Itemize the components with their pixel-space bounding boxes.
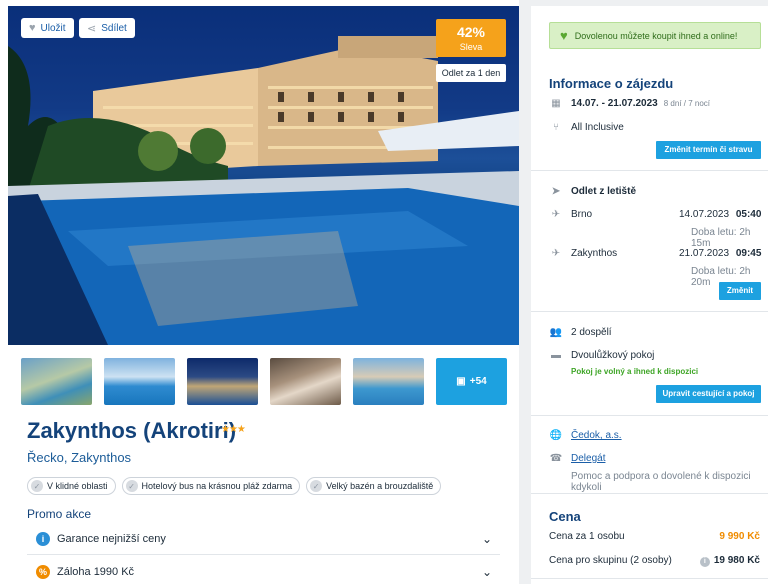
divider [531, 170, 768, 171]
outbound-duration: Doba letu: 2h 15m [691, 227, 751, 249]
board-type: ⑂ All Inclusive [549, 122, 624, 133]
navigation-arrow-icon: ➤ [551, 186, 561, 197]
hotel-detail-panel: ♥ Uložit ⋖ Sdílet 42% Sleva Odlet za 1 d… [0, 0, 519, 584]
thumbnail-2[interactable] [104, 358, 175, 405]
departure-airport: ➤ Odlet z letiště [549, 186, 636, 197]
feature-tag: ✓ V klidné oblasti [27, 477, 116, 495]
promo-item-deposit[interactable]: % Záloha 1990 Kč ⌄ [27, 556, 500, 584]
booking-sidebar: ♥ Dovolenou můžete koupit ihned a online… [531, 6, 768, 584]
hero-photo[interactable]: ♥ Uložit ⋖ Sdílet 42% Sleva Odlet za 1 d… [8, 6, 519, 345]
plane-takeoff-icon: ✈ [551, 209, 561, 220]
star-rating: ★★★ [221, 424, 246, 435]
feature-tags: ✓ V klidné oblasti ✓ Hotelový bus na krá… [27, 477, 442, 495]
change-term-button[interactable]: Změnit termín či stravu [656, 141, 761, 159]
chevron-down-icon: ⌄ [481, 564, 492, 579]
departure-badge: Odlet za 1 den [436, 64, 506, 82]
chevron-down-icon: ⌄ [481, 531, 492, 546]
save-button[interactable]: ♥ Uložit [21, 18, 74, 38]
users-icon: 👥 [549, 327, 563, 338]
divider [531, 311, 768, 312]
support-icon: ☎ [549, 453, 563, 464]
promo-title: Promo akce [27, 507, 92, 521]
heart-icon: ♥ [29, 22, 36, 34]
plane-landing-icon: ✈ [551, 248, 561, 259]
feature-tag: ✓ Velký bazén a brouzdaliště [306, 477, 442, 495]
change-flight-button[interactable]: Změnit [719, 282, 761, 300]
price-title: Cena [549, 509, 581, 524]
promo-item-guarantee[interactable]: i Garance nejnižší ceny ⌄ [27, 523, 500, 555]
delegate: ☎ Delegát [549, 453, 606, 464]
check-icon: ✓ [310, 480, 323, 492]
room-type: ▬ Dvoulůžkový pokoj [551, 350, 655, 361]
hotel-location[interactable]: Řecko, Zakynthos [27, 450, 131, 465]
divider [531, 578, 768, 579]
online-purchase-banner: ♥ Dovolenou můžete koupit ihned a online… [549, 22, 761, 49]
more-photos-button[interactable]: ▣ +54 [436, 358, 507, 405]
edit-travellers-button[interactable]: Upravit cestující a pokoj [656, 385, 761, 403]
room-availability: Pokoj je volný a ihned k dispozici [571, 367, 699, 376]
price-group-label: Cena pro skupinu (2 osoby) [549, 555, 672, 566]
price-per-person: 9 990 Kč [719, 531, 760, 542]
price-group: i 19 980 Kč [699, 555, 760, 567]
percent-icon: % [36, 564, 50, 579]
inbound-flight: ✈ Zakynthos [549, 248, 617, 259]
inbound-date: 21.07.2023 09:45 [679, 248, 762, 259]
thumbnail-strip: ▣ +54 [21, 358, 507, 405]
bed-icon: ▬ [551, 350, 561, 361]
divider [531, 493, 768, 494]
info-icon: i [36, 531, 50, 546]
heart-icon: ♥ [560, 28, 568, 43]
share-button[interactable]: ⋖ Sdílet [79, 18, 135, 38]
trip-info-title: Informace o zájezdu [549, 76, 674, 91]
trip-dates: ▦ 14.07. - 21.07.2023 8 dní / 7 nocí [549, 98, 710, 109]
share-icon: ⋖ [87, 22, 97, 35]
thumbnail-3[interactable] [187, 358, 258, 405]
feature-tag: ✓ Hotelový bus na krásnou pláž zdarma [121, 477, 301, 495]
outbound-flight: ✈ Brno [549, 209, 592, 220]
cutlery-icon: ⑂ [553, 122, 559, 133]
delegate-note: Pomoc a podpora o dovolené k dispozici k… [571, 471, 751, 493]
calendar-icon: ▦ [551, 98, 561, 109]
info-icon[interactable]: i [699, 557, 710, 567]
tour-operator: 🌐 Čedok, a.s. [549, 430, 622, 441]
globe-icon: 🌐 [549, 430, 563, 441]
price-per-person-label: Cena za 1 osobu [549, 531, 625, 542]
outbound-date: 14.07.2023 05:40 [679, 209, 762, 220]
gallery-icon: ▣ [456, 376, 466, 387]
thumbnail-4[interactable] [270, 358, 341, 405]
hotel-name: Zakynthos (Akrotiri) [27, 418, 237, 443]
divider [531, 415, 768, 416]
check-icon: ✓ [125, 480, 138, 492]
check-icon: ✓ [31, 480, 43, 492]
thumbnail-1[interactable] [21, 358, 92, 405]
travellers: 👥 2 dospělí [549, 327, 612, 338]
discount-badge: 42% Sleva [436, 19, 506, 57]
thumbnail-5[interactable] [353, 358, 424, 405]
